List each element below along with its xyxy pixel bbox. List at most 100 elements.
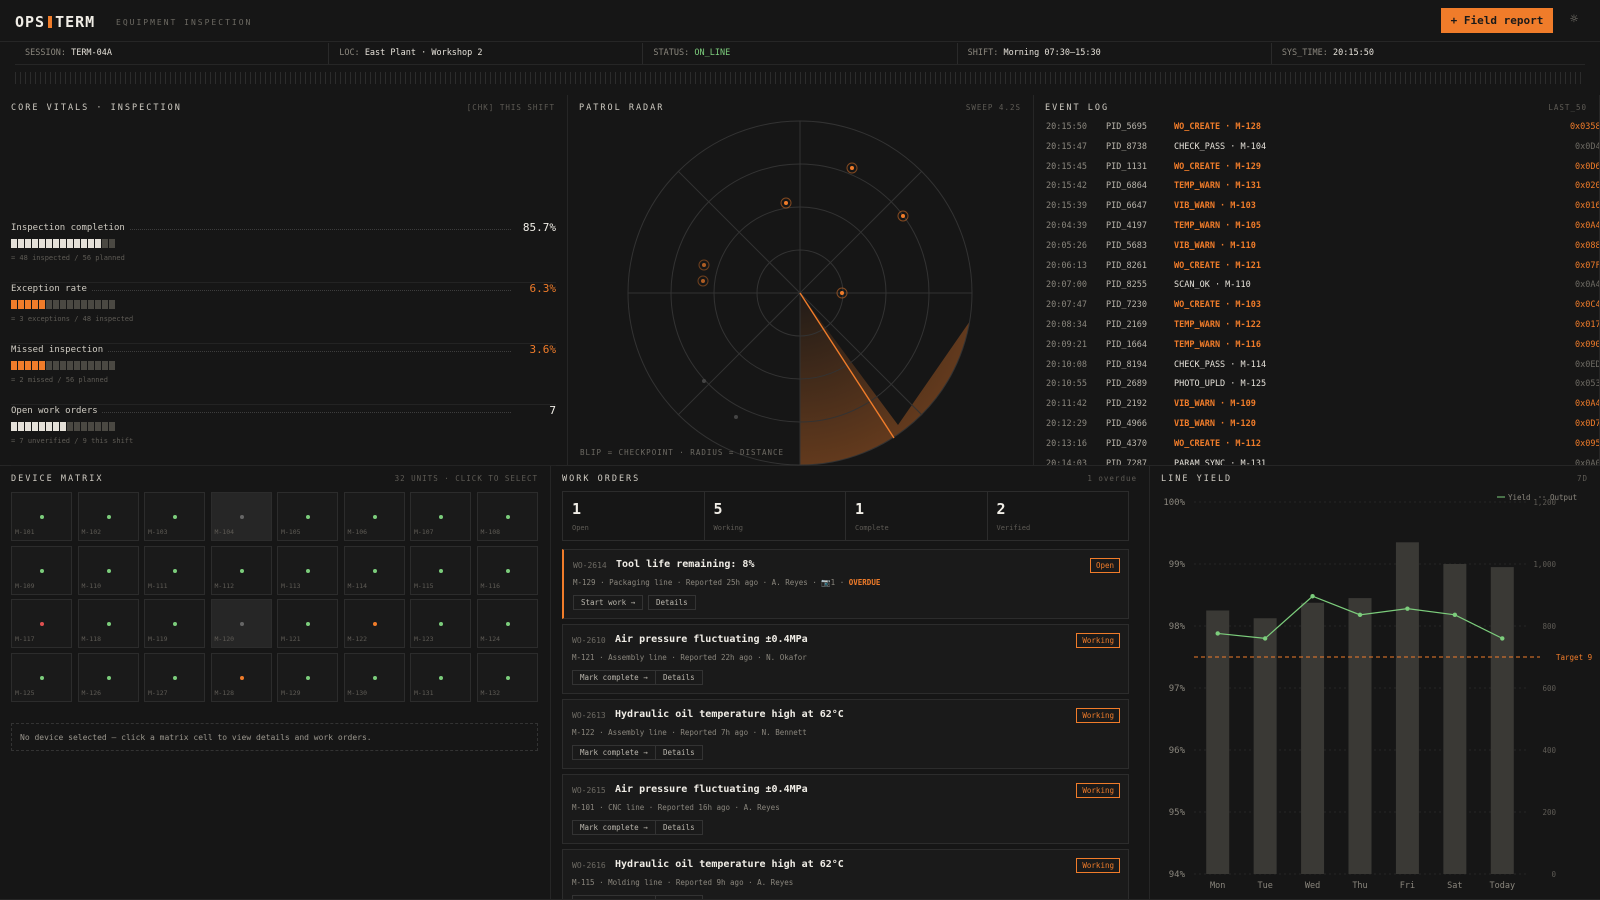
event-pid: PID_4966 [1106, 419, 1147, 429]
work-order-action-button[interactable]: Mark complete → [572, 895, 656, 899]
device-cell[interactable]: M-102 [77, 492, 139, 541]
segment [102, 361, 108, 370]
event-row[interactable]: 20:09:21 PID_1664 TEMP_WARN · M-116 0x09034… [1046, 339, 1599, 359]
work-order-card[interactable]: WO-2614 Tool life remaining: 8% Open M-129 … [562, 549, 1129, 619]
event-row[interactable]: 20:10:08 PID_8194 CHECK_PASS · M-114 0x0EDD… [1046, 360, 1599, 379]
device-cell[interactable]: M-123 [410, 599, 471, 648]
event-row[interactable]: 20:13:16 PID_4370 WO_CREATE · M-112 0x095E1… [1046, 438, 1599, 458]
work-order-card[interactable]: WO-2610 Air pressure fluctuating ±0.4MPa W… [562, 624, 1129, 694]
vital-note: = 7 unverified / 9 this shift [11, 437, 134, 445]
details-button[interactable]: Details [655, 670, 703, 685]
status-dot [439, 568, 443, 573]
event-row[interactable]: 20:10:55 PID_2689 PHOTO_UPLD · M-125 0x053D… [1046, 379, 1599, 398]
device-cell[interactable]: M-121 [277, 599, 338, 648]
segment-bar [11, 361, 115, 370]
device-cell[interactable]: M-130 [343, 652, 405, 702]
device-cell[interactable]: M-124 [476, 599, 538, 648]
device-cell[interactable]: M-111 [144, 545, 205, 595]
event-row[interactable]: 20:15:47 PID_8738 CHECK_PASS · M-104 0x0D45… [1046, 141, 1599, 161]
device-cell[interactable]: M-101 [11, 492, 72, 541]
status-dot [505, 568, 510, 573]
work-order-card[interactable]: WO-2616 Hydraulic oil temperature high at… [562, 849, 1129, 899]
device-cell[interactable]: M-108 [476, 492, 538, 541]
event-row[interactable]: 20:15:42 PID_6864 TEMP_WARN · M-131 0x02071… [1046, 181, 1599, 200]
work-order-action-button[interactable]: Mark complete → [572, 820, 656, 835]
event-row[interactable]: 20:15:50 PID_5695 WO_CREATE · M-128 0x0358A… [1046, 122, 1599, 141]
event-row[interactable]: 20:07:00 PID_8255 SCAN_OK · M-110 0x0A4788 [1046, 280, 1599, 299]
event-row[interactable]: 20:07:47 PID_7230 WO_CREATE · M-103 0x0C45B… [1046, 300, 1599, 319]
event-message: WO_CREATE · M-112 [1174, 438, 1261, 449]
device-cell[interactable]: M-106 [343, 492, 405, 541]
event-pid: PID_1131 [1106, 161, 1147, 172]
stat-complete[interactable]: 1 Complete [846, 492, 988, 540]
work-order-card[interactable]: WO-2613 Hydraulic oil temperature high at… [562, 699, 1129, 769]
device-cell[interactable]: M-118 [77, 599, 139, 648]
yield-point [1262, 636, 1268, 641]
segment [109, 422, 115, 431]
segment [60, 300, 66, 309]
device-cell[interactable]: M-117 [11, 599, 72, 648]
sun-icon[interactable]: ☼ [1566, 12, 1582, 28]
event-row[interactable]: 20:06:13 PID_8261 WO_CREATE · M-121 0x07F61… [1046, 260, 1599, 280]
device-cell[interactable]: M-103 [144, 492, 205, 541]
device-cell[interactable]: M-113 [277, 545, 338, 595]
vital-value: 6.3% [529, 282, 557, 295]
yield-point [1452, 612, 1458, 618]
vitals-title: CORE VITALS · INSPECTION [11, 103, 182, 113]
work-order-action-button[interactable]: Mark complete → [572, 670, 656, 685]
work-order-meta: M-121 · Assembly line · Reported 22h ago… [572, 653, 807, 662]
stat-working[interactable]: 5 Working [705, 492, 846, 540]
device-cell[interactable]: M-104 [210, 492, 272, 541]
event-hash: 0x0A4788 [1575, 280, 1599, 291]
work-order-card[interactable]: WO-2615 Air pressure fluctuating ±0.4MPa W… [562, 774, 1129, 844]
details-button[interactable]: Details [655, 745, 703, 760]
stat-open[interactable]: 1 Open [563, 492, 705, 540]
status-value: ON_LINE [694, 48, 731, 58]
event-row[interactable]: 20:08:34 PID_2169 TEMP_WARN · M-122 0x0178B… [1046, 320, 1599, 339]
status-dot [106, 568, 111, 573]
device-cell[interactable]: M-126 [77, 652, 139, 702]
device-cell[interactable]: M-112 [210, 545, 272, 595]
details-button[interactable]: Details [648, 595, 696, 610]
event-time: 20:06:13 [1046, 260, 1087, 271]
event-row[interactable]: 20:14:03 PID_7287 PARAM_SYNC · M-131 0x0A08… [1046, 459, 1599, 465]
device-cell[interactable]: M-115 [410, 545, 471, 595]
field-report-button[interactable]: + Field report [1441, 8, 1553, 33]
event-time: 20:09:21 [1046, 339, 1087, 350]
stat-verified[interactable]: 2 Verified [988, 492, 1129, 540]
work-order-action-button[interactable]: Start work → [573, 595, 644, 610]
segment [60, 422, 66, 431]
event-pid: PID_2169 [1106, 320, 1147, 330]
device-cell[interactable]: M-105 [277, 492, 338, 541]
device-cell[interactable]: M-127 [144, 652, 205, 702]
event-row[interactable]: 20:11:42 PID_2192 VIB_WARN · M-109 0x0A4877 [1046, 399, 1599, 418]
x-tick-label: Tue [1257, 881, 1272, 891]
vital-note: = 3 exceptions / 48 inspected [11, 315, 134, 323]
work-order-action-button[interactable]: Mark complete → [572, 745, 656, 760]
device-cell[interactable]: M-119 [144, 599, 205, 648]
radar-legend: BLIP = CHECKPOINT · RADIUS = DISTANCE [580, 448, 785, 457]
device-cell[interactable]: M-109 [11, 545, 72, 595]
device-cell[interactable]: M-125 [11, 652, 72, 702]
event-row[interactable]: 20:12:29 PID_4966 VIB_WARN · M-120 0x0D78C7 [1046, 419, 1599, 438]
event-pid: PID_8738 [1106, 141, 1147, 152]
details-button[interactable]: Details [655, 820, 703, 835]
device-cell[interactable]: M-120 [210, 599, 272, 648]
status-value: Morning 07:30–15:30 [1003, 48, 1101, 58]
device-cell[interactable]: M-122 [343, 599, 405, 648]
device-cell[interactable]: M-129 [277, 652, 338, 702]
event-time: 20:15:42 [1046, 181, 1087, 192]
device-cell[interactable]: M-128 [210, 652, 272, 702]
event-row[interactable]: 20:04:39 PID_4197 TEMP_WARN · M-105 0x0A442… [1046, 221, 1599, 240]
yield-point [1310, 594, 1315, 599]
event-row[interactable]: 20:15:39 PID_6647 VIB_WARN · M-103 0x016403 [1046, 201, 1599, 220]
device-cell[interactable]: M-116 [476, 545, 538, 595]
device-cell[interactable]: M-107 [410, 492, 471, 541]
event-row[interactable]: 20:05:26 PID_5683 VIB_WARN · M-110 0x0889BE [1046, 241, 1599, 260]
device-cell[interactable]: M-131 [410, 652, 471, 702]
device-cell[interactable]: M-114 [343, 545, 405, 595]
device-cell[interactable]: M-110 [77, 545, 139, 595]
device-cell[interactable]: M-132 [476, 652, 538, 702]
event-row[interactable]: 20:15:45 PID_1131 WO_CREATE · M-129 0x0D685… [1046, 161, 1599, 181]
details-button[interactable]: Details [655, 895, 703, 899]
